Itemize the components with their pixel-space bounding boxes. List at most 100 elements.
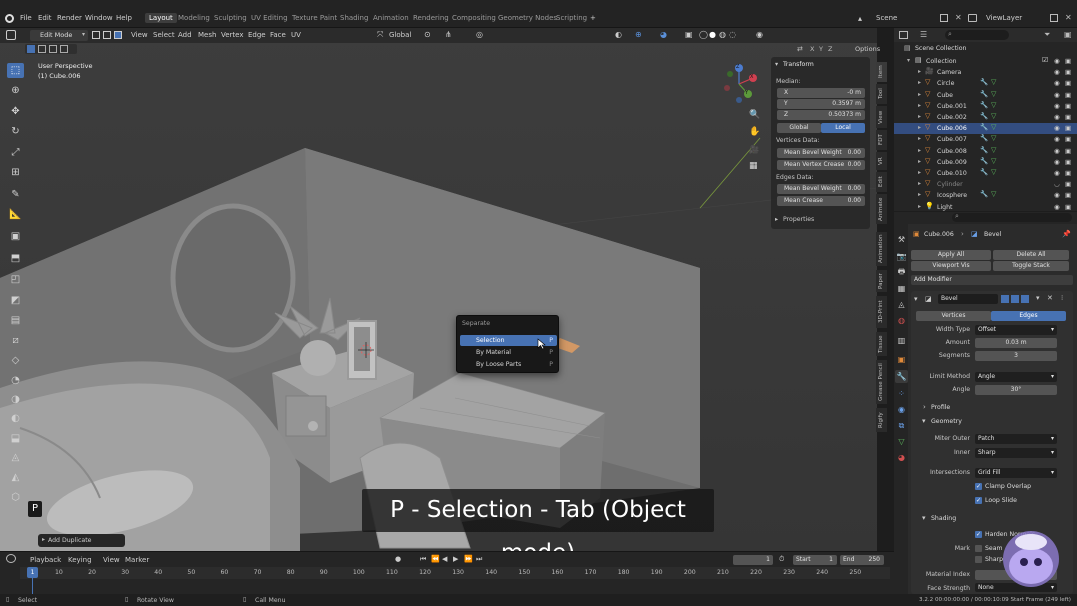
- constraints-tab-icon[interactable]: ⧉: [895, 419, 908, 432]
- collection-tab-icon[interactable]: ▥: [895, 334, 908, 347]
- expand-chevron-icon[interactable]: ▸: [918, 203, 921, 210]
- tool-tab-icon[interactable]: ⚒: [895, 233, 908, 246]
- outliner-row[interactable]: ▸ ▽ Cube.007 ◉ ▣ 🔧 ▽: [894, 134, 1077, 145]
- mean-bevel-weight-field[interactable]: Mean Bevel Weight 0.00: [777, 148, 865, 158]
- modifier-icon[interactable]: 🔧: [980, 112, 988, 120]
- timeline-editor-icon[interactable]: [6, 554, 16, 563]
- visibility-eye-icon[interactable]: ◉: [1054, 169, 1060, 177]
- annotate-tool[interactable]: ✎: [7, 187, 24, 202]
- miter-outer-dropdown[interactable]: Patch ▾: [975, 434, 1057, 444]
- render-visibility-icon[interactable]: ▣: [1065, 180, 1071, 188]
- properties-search[interactable]: ⌕: [952, 212, 1072, 222]
- menu-view[interactable]: View: [131, 31, 148, 39]
- menu-playback[interactable]: Playback: [30, 556, 61, 564]
- shading-wire-icon[interactable]: ◯: [699, 30, 708, 39]
- mesh-data-icon[interactable]: ▽: [991, 112, 996, 120]
- expand-chevron-icon[interactable]: ▸: [918, 135, 921, 142]
- tab-sculpting[interactable]: Sculpting: [214, 14, 247, 22]
- menu-edit[interactable]: Edit: [38, 14, 52, 22]
- tab-rigify[interactable]: Rigify: [876, 408, 887, 432]
- modifier-tab-icon[interactable]: 🔧: [895, 370, 908, 383]
- shading-material-icon[interactable]: ◍: [719, 30, 726, 39]
- snap-icon[interactable]: ⋔: [445, 30, 452, 39]
- outliner-row[interactable]: ▸ ▽ Circle ◉ ▣ 🔧 ▽: [894, 78, 1077, 89]
- move-tool[interactable]: ✥: [7, 104, 24, 119]
- outliner-editor-icon[interactable]: [899, 31, 908, 39]
- affect-vertices-toggle[interactable]: Vertices: [916, 311, 991, 321]
- bevel-tool[interactable]: ◩: [7, 293, 24, 308]
- limit-method-dropdown[interactable]: Angle ▾: [975, 372, 1057, 382]
- visibility-eye-icon[interactable]: ◡: [1054, 180, 1060, 188]
- tab-shading[interactable]: Shading: [340, 14, 368, 22]
- scene-name[interactable]: Scene: [876, 14, 897, 22]
- menu-uv[interactable]: UV: [291, 31, 301, 39]
- mirror-icon[interactable]: ⇄: [797, 45, 803, 53]
- visibility-eye-icon[interactable]: ◉: [1054, 147, 1060, 155]
- menu-select[interactable]: Select: [153, 31, 175, 39]
- mirror-z-toggle[interactable]: Z: [828, 45, 832, 53]
- record-icon[interactable]: ●: [395, 555, 401, 563]
- menu-window[interactable]: Window: [85, 14, 113, 22]
- modifier-icon[interactable]: 🔧: [980, 78, 988, 86]
- outliner-row[interactable]: ▸ ▽ Cube.009 ◉ ▣ 🔧 ▽: [894, 157, 1077, 168]
- separate-by-loose-parts-item[interactable]: By Loose Parts P: [460, 359, 557, 370]
- view-layer-name[interactable]: ViewLayer: [986, 14, 1022, 22]
- scene-collection-label[interactable]: Scene Collection: [915, 45, 966, 52]
- ortho-toggle-icon[interactable]: ▦: [749, 161, 758, 171]
- menu-mesh[interactable]: Mesh: [198, 31, 216, 39]
- render-visibility-icon[interactable]: ▣: [1065, 113, 1071, 121]
- select-box-tool[interactable]: ⬚: [7, 63, 24, 78]
- toggle-stack-button[interactable]: Toggle Stack: [993, 261, 1069, 271]
- remove-view-layer-icon[interactable]: ✕: [1065, 13, 1072, 22]
- loop-cut-tool[interactable]: ▤: [7, 313, 24, 328]
- shading-rendered-icon[interactable]: ◌: [729, 30, 736, 39]
- properties-chevron-icon[interactable]: ▸: [775, 216, 778, 223]
- current-frame-field[interactable]: 1: [733, 555, 773, 565]
- pin-icon[interactable]: 📌: [1062, 230, 1071, 238]
- gizmo-toggle-icon[interactable]: ⊕: [635, 30, 642, 39]
- tab-layout[interactable]: Layout: [145, 13, 177, 23]
- render-visibility-icon[interactable]: ▣: [1065, 91, 1071, 99]
- new-collection-icon[interactable]: ▣: [1064, 30, 1072, 39]
- modifier-menu-chevron-icon[interactable]: ▾: [1036, 294, 1040, 302]
- shading-solid-icon[interactable]: ●: [709, 30, 716, 39]
- menu-keying[interactable]: Keying: [68, 556, 92, 564]
- last-operator-panel[interactable]: ▸ Add Duplicate: [38, 534, 125, 547]
- modifier-name-field[interactable]: Bevel: [938, 294, 998, 304]
- add-modifier-dropdown[interactable]: Add Modifier: [911, 275, 1073, 285]
- render-visibility-icon[interactable]: ▣: [1065, 169, 1071, 177]
- smooth-tool[interactable]: ◑: [7, 392, 24, 407]
- expand-chevron-icon[interactable]: ▸: [918, 180, 921, 187]
- poly-build-tool[interactable]: ◇: [7, 353, 24, 368]
- visibility-eye-icon[interactable]: ◉: [1054, 102, 1060, 110]
- render-visibility-icon[interactable]: ▣: [1065, 57, 1071, 65]
- expand-chevron-icon[interactable]: ▸: [918, 79, 921, 86]
- clamp-overlap-checkbox[interactable]: ✓: [975, 483, 982, 490]
- modifier-icon[interactable]: 🔧: [980, 146, 988, 154]
- outliner-row[interactable]: ▾ ▤ Collection ◉ ▣ ☑: [894, 56, 1077, 67]
- menu-add[interactable]: Add: [178, 31, 192, 39]
- median-x-field[interactable]: X -0 m: [777, 88, 865, 98]
- blender-logo-icon[interactable]: [5, 14, 14, 23]
- mesh-data-icon[interactable]: ▽: [991, 78, 996, 86]
- play-icon[interactable]: ▶: [453, 555, 458, 563]
- world-tab-icon[interactable]: ◍: [895, 314, 908, 327]
- visibility-eye-icon[interactable]: ◉: [1054, 158, 1060, 166]
- edge-slide-tool[interactable]: ◐: [7, 411, 24, 426]
- scene-tab-icon[interactable]: ◬: [895, 298, 908, 311]
- tab-edit[interactable]: Edit: [876, 172, 887, 192]
- outliner-row[interactable]: ▸ ▽ Cube.001 ◉ ▣ 🔧 ▽: [894, 101, 1077, 112]
- outliner-row[interactable]: ▸ ▽ Cube.006 ◉ ▣ 🔧 ▽: [894, 123, 1077, 135]
- mesh-data-icon[interactable]: ▽: [991, 90, 996, 98]
- scene-icon[interactable]: ▴: [858, 14, 862, 23]
- outliner-row[interactable]: ▸ 🎥 Camera ◉ ▣: [894, 67, 1077, 78]
- outliner-search[interactable]: ⌕: [945, 30, 1009, 40]
- mesh-data-icon[interactable]: ▽: [991, 134, 996, 142]
- mesh-data-icon[interactable]: ▽: [991, 157, 996, 165]
- modifier-icon[interactable]: 🔧: [980, 101, 988, 109]
- profile-chevron-icon[interactable]: ›: [923, 403, 926, 411]
- local-toggle[interactable]: Local: [821, 123, 865, 133]
- data-tab-icon[interactable]: ▽: [895, 435, 908, 448]
- edge-bevel-weight-field[interactable]: Mean Bevel Weight 0.00: [777, 184, 865, 194]
- visibility-icon[interactable]: ◉: [756, 30, 763, 39]
